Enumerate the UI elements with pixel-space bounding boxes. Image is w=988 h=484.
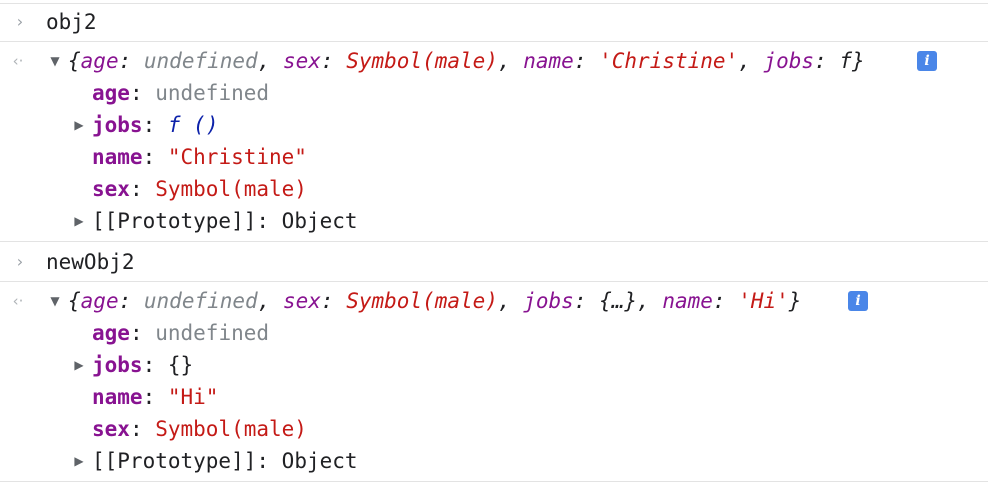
info-icon[interactable]: i [917,51,937,71]
property-key: [[Prototype]] [92,209,257,233]
property-key: jobs [92,353,143,377]
expand-triangle-icon[interactable]: ▼ [48,285,62,317]
property-key: sex [92,417,130,441]
entry-divider [0,41,988,42]
property-value: Symbol(male) [155,417,307,441]
property-value: {} [167,353,194,377]
property-value: Object [281,449,358,473]
object-preview[interactable]: {age: undefined, sex: Symbol(male), jobs… [68,285,801,317]
entry-divider [0,241,988,242]
property-key: name [92,385,143,409]
function-value: f [167,113,181,137]
property-key: sex [92,177,130,201]
collapse-triangle-icon[interactable]: ▶ [72,445,86,477]
entry-divider [0,281,988,282]
property-key: jobs [92,113,143,137]
entry-divider [0,481,988,482]
property-value: "Christine" [167,145,307,169]
property-key: name [92,145,143,169]
collapse-triangle-icon[interactable]: ▶ [72,205,86,237]
expand-triangle-icon[interactable]: ▼ [48,45,62,77]
result-arrow-icon: ‹· [12,52,24,70]
property-value: undefined [155,81,270,105]
input-expression: obj2 [46,10,97,34]
devtools-console: › obj2 ‹· ▼ {age: undefined, sex: Symbol… [0,0,988,484]
property-value: Object [281,209,358,233]
property-key: age [92,321,130,345]
prompt-chevron-icon: › [16,252,24,271]
property-key: [[Prototype]] [92,449,257,473]
result-arrow-icon: ‹· [12,292,24,310]
collapse-triangle-icon[interactable]: ▶ [72,109,86,141]
input-expression: newObj2 [46,250,135,274]
collapse-triangle-icon[interactable]: ▶ [72,349,86,381]
property-value: "Hi" [167,385,219,409]
info-icon[interactable]: i [848,291,868,311]
property-key: age [92,81,130,105]
property-value: undefined [155,321,270,345]
property-value: Symbol(male) [155,177,307,201]
prompt-chevron-icon: › [16,12,24,31]
object-preview[interactable]: {age: undefined, sex: Symbol(male), name… [68,45,865,77]
console-top-border [0,3,988,4]
